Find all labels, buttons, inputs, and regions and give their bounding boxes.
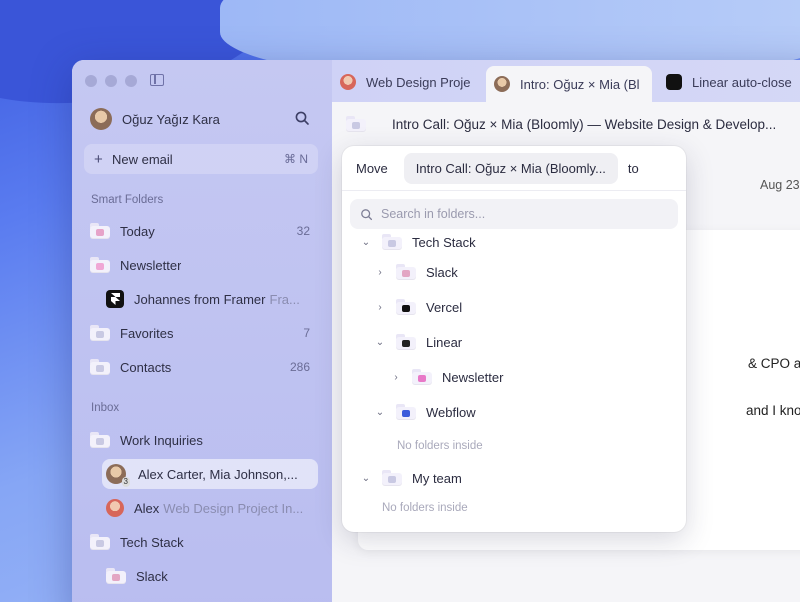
tree-item-linear[interactable]: ⌄ Linear: [374, 330, 462, 354]
vercel-folder-icon: [396, 299, 416, 315]
tree-item-newsletter[interactable]: › Newsletter: [390, 365, 503, 389]
move-row: Move Intro Call: Oğuz × Mia (Bloomly... …: [356, 152, 676, 184]
today-folder-icon: [90, 223, 110, 239]
zoom-window-button[interactable]: [125, 75, 137, 87]
search-icon: [361, 208, 373, 220]
newsletter-folder-icon: [412, 369, 432, 385]
tree-item-tech-stack[interactable]: ⌄ Tech Stack: [360, 230, 476, 254]
message-preview: Web Design Project In...: [163, 500, 304, 516]
newsletter-folder-icon: [90, 257, 110, 273]
window-controls: [85, 75, 137, 87]
participant-count-badge: 3: [121, 477, 130, 487]
linear-folder-icon: [396, 334, 416, 350]
folder-search-input[interactable]: [381, 207, 661, 221]
smart-folders-heading: Smart Folders: [91, 194, 164, 206]
sidebar-toggle-icon[interactable]: [150, 74, 164, 86]
sidebar-item-slack[interactable]: Slack: [106, 562, 318, 590]
chevron-right-icon[interactable]: ›: [374, 267, 386, 278]
empty-folder-note: No folders inside: [397, 440, 483, 452]
tab-web-design-project[interactable]: Web Design Proje: [332, 66, 482, 98]
tree-item-vercel[interactable]: › Vercel: [374, 295, 462, 319]
sender-name: Alex: [134, 500, 160, 516]
chevron-down-icon[interactable]: ⌄: [360, 237, 372, 248]
group-avatar: 3: [106, 464, 130, 487]
tree-item-slack[interactable]: › Slack: [374, 260, 458, 284]
message-body-line: and I know you'd d: [746, 403, 800, 418]
chevron-right-icon[interactable]: ›: [374, 302, 386, 313]
message-body-line: & CPO at Bloomly.: [748, 356, 800, 371]
linear-icon: [666, 74, 682, 90]
folder-icon: [382, 470, 402, 486]
move-label: Move: [356, 160, 388, 176]
chevron-down-icon[interactable]: ⌄: [360, 473, 372, 484]
minimize-window-button[interactable]: [105, 75, 117, 87]
new-email-button[interactable]: + New email ⌘ N: [84, 144, 318, 174]
sidebar-item-work-inquiries[interactable]: Work Inquiries: [90, 426, 312, 454]
message-date: Aug 23: [760, 178, 800, 192]
tab-intro-call[interactable]: Intro: Oğuz × Mia (Bl: [486, 66, 652, 102]
folder-icon[interactable]: [346, 116, 366, 132]
email-subject-chip: Intro Call: Oğuz × Mia (Bloomly...: [403, 152, 618, 184]
chevron-right-icon[interactable]: ›: [390, 372, 402, 383]
chevron-down-icon[interactable]: ⌄: [374, 407, 386, 418]
sidebar-item-today[interactable]: Today 32: [90, 217, 312, 245]
inbox-heading: Inbox: [91, 402, 120, 414]
account-switcher[interactable]: Oğuz Yağız Kara: [90, 108, 220, 130]
sidebar-item-contacts[interactable]: Contacts 286: [90, 353, 312, 381]
slack-folder-icon: [396, 264, 416, 280]
move-to-folder-popover: Move Intro Call: Oğuz × Mia (Bloomly... …: [342, 146, 686, 532]
alex-avatar: [106, 499, 124, 517]
to-label: to: [627, 160, 639, 176]
webflow-folder-icon: [396, 404, 416, 420]
new-email-label: New email: [112, 151, 173, 167]
sidebar-item-johannes-framer[interactable]: Johannes from Framer Fra...: [106, 285, 318, 313]
tab-linear-auto-close[interactable]: Linear auto-close: [658, 66, 800, 98]
group-avatar: [494, 76, 510, 92]
close-window-button[interactable]: [85, 75, 97, 87]
sidebar-item-thread-alex[interactable]: Alex Web Design Project In...: [106, 494, 318, 522]
mail-header: Intro Call: Oğuz × Mia (Bloomly) — Websi…: [332, 102, 800, 146]
tech-stack-folder-icon: [90, 534, 110, 550]
sidebar-item-favorites[interactable]: Favorites 7: [90, 319, 312, 347]
sidebar: Oğuz Yağız Kara + New email ⌘ N Smart Fo…: [72, 60, 332, 602]
sender-avatar: [340, 74, 356, 90]
sidebar-item-thread-alex-carter[interactable]: 3 Alex Carter, Mia Johnson,...: [102, 459, 318, 489]
tree-item-my-team[interactable]: ⌄ My team: [360, 466, 462, 490]
new-email-shortcut: ⌘ N: [284, 152, 308, 166]
plus-icon: +: [94, 150, 103, 168]
contacts-folder-icon: [90, 359, 110, 375]
chevron-down-icon[interactable]: ⌄: [374, 337, 386, 348]
slack-folder-icon: [106, 568, 126, 584]
sidebar-item-tech-stack[interactable]: Tech Stack: [90, 528, 312, 556]
tree-item-webflow[interactable]: ⌄ Webflow: [374, 400, 476, 424]
work-folder-icon: [90, 432, 110, 448]
framer-icon: [106, 290, 124, 308]
star-folder-icon: [90, 325, 110, 341]
folder-search-field[interactable]: [350, 199, 678, 229]
message-preview: Fra...: [269, 291, 300, 307]
user-name: Oğuz Yağız Kara: [122, 111, 220, 127]
mail-subject: Intro Call: Oğuz × Mia (Bloomly) — Websi…: [392, 116, 777, 132]
tab-bar: Web Design Proje Intro: Oğuz × Mia (Bl L…: [332, 60, 800, 102]
search-icon[interactable]: [294, 110, 310, 126]
user-avatar: [90, 108, 112, 130]
empty-folder-note: No folders inside: [382, 502, 468, 514]
divider: [342, 190, 686, 191]
sender-name: Johannes from Framer: [134, 291, 266, 307]
sidebar-item-newsletter[interactable]: Newsletter: [90, 251, 312, 279]
folder-icon: [382, 234, 402, 250]
